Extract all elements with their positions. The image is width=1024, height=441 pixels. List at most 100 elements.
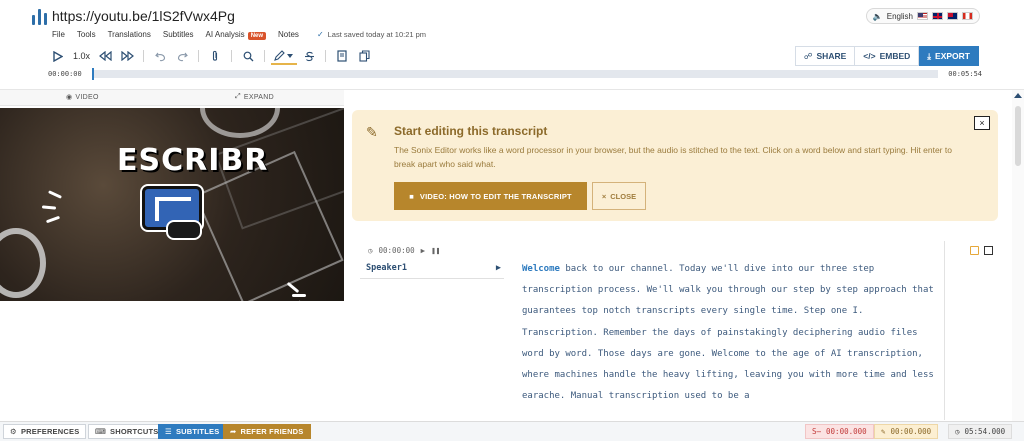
- paperclip-icon: [212, 50, 218, 61]
- video-player[interactable]: ESCRIBR: [0, 108, 344, 301]
- playback-speed-button[interactable]: 1.0x: [70, 47, 93, 65]
- edit-time-badge: ✎ 00:00.000: [874, 424, 939, 439]
- play-icon: [53, 50, 63, 62]
- export-button[interactable]: ⤓ EXPORT: [919, 46, 979, 66]
- new-badge: New: [247, 32, 267, 40]
- search-button[interactable]: [238, 47, 258, 65]
- spark-shape: [292, 294, 306, 297]
- tip-video-label: VIDEO: HOW TO EDIT THE TRANSCRIPT: [419, 191, 572, 201]
- export-label: EXPORT: [935, 51, 970, 61]
- transcript-body[interactable]: back to our channel. Today we'll dive in…: [522, 264, 934, 401]
- timeline-scrubber[interactable]: [92, 68, 94, 80]
- note-icons: [970, 246, 993, 255]
- strikethrough-icon: S̶: [812, 427, 822, 436]
- edit-time: 00:00.000: [890, 427, 932, 436]
- menu-notes[interactable]: Notes: [278, 30, 299, 39]
- highlighter-button[interactable]: [271, 47, 298, 65]
- book-icon: [337, 50, 347, 62]
- menu-tools[interactable]: Tools: [77, 30, 96, 39]
- copy-button[interactable]: [354, 47, 374, 65]
- shortcuts-label: SHORTCUTS: [110, 427, 159, 436]
- tip-dismiss-button[interactable]: ×: [974, 116, 990, 130]
- keyboard-icon: ⌨: [95, 427, 107, 436]
- tip-close-button[interactable]: × CLOSE: [592, 182, 646, 210]
- checkbox-icon[interactable]: [984, 246, 993, 255]
- fast-forward-button[interactable]: [117, 47, 137, 65]
- editor-toolbar: 1.0x: [48, 47, 374, 65]
- scroll-up-icon[interactable]: [1014, 93, 1022, 98]
- book-button[interactable]: [332, 47, 352, 65]
- pencil-icon: ✎: [366, 124, 378, 140]
- strike-time: 00:00.000: [826, 427, 867, 436]
- current-word[interactable]: Welcome: [522, 264, 560, 274]
- share-arrow-icon: ➦: [230, 427, 237, 436]
- us-flag-icon[interactable]: [917, 12, 928, 20]
- media-url: https://youtu.be/1lS2fVwx4Pg: [52, 8, 235, 24]
- toolbar-divider: [264, 50, 266, 62]
- speaker-name: Speaker1: [366, 263, 407, 273]
- embed-button[interactable]: </> EMBED: [855, 46, 920, 66]
- bottom-bar: ⚙ PREFERENCES ⌨ SHORTCUTS ☰ SUBTITLES ➦ …: [0, 421, 1024, 441]
- tab-video[interactable]: ◉ VIDEO: [66, 93, 99, 102]
- download-icon: ⤓: [927, 50, 932, 61]
- video-tabs: ◉ VIDEO ⤢ EXPAND: [0, 90, 344, 106]
- menu-file[interactable]: File: [52, 30, 65, 39]
- menu-ai-analysis-label: AI Analysis: [205, 30, 245, 39]
- notes-divider: [944, 241, 945, 420]
- speaker-divider: [360, 278, 504, 279]
- subtitles-button[interactable]: ☰ SUBTITLES: [158, 424, 227, 439]
- play-button[interactable]: [48, 47, 68, 65]
- timeline-total-time: 00:05:54: [948, 70, 982, 78]
- timeline-track[interactable]: [92, 70, 938, 78]
- tab-expand-label: EXPAND: [243, 93, 274, 101]
- timeline: 00:00:00 00:05:54: [48, 68, 982, 80]
- language-label: English: [886, 11, 913, 21]
- preferences-button[interactable]: ⚙ PREFERENCES: [3, 424, 87, 439]
- refer-label: REFER FRIENDS: [240, 427, 304, 436]
- header-actions: ☍ SHARE </> EMBED ⤓ EXPORT: [794, 46, 979, 66]
- clock-icon: ◷: [955, 427, 960, 436]
- note-icon[interactable]: [970, 246, 979, 255]
- highlighter-icon: [274, 49, 294, 61]
- menu-bar: File Tools Translations Subtitles AI Ana…: [52, 30, 426, 40]
- preferences-label: PREFERENCES: [20, 427, 80, 436]
- menu-ai-analysis[interactable]: AI Analysis New: [205, 30, 267, 40]
- close-icon: ×: [601, 191, 607, 201]
- transcript-text[interactable]: Welcome back to our channel. Today we'll…: [522, 259, 942, 419]
- undo-icon: [154, 52, 165, 61]
- saved-status: ✓ Last saved today at 10:21 pm: [317, 30, 426, 39]
- tab-video-label: VIDEO: [75, 93, 99, 101]
- redo-button[interactable]: [172, 47, 192, 65]
- scrollbar-thumb[interactable]: [1015, 106, 1021, 166]
- waveform-logo-icon: [32, 9, 47, 25]
- copy-icon: [358, 50, 370, 62]
- undo-button[interactable]: [150, 47, 170, 65]
- segment-play-icon[interactable]: ▶: [421, 246, 426, 255]
- timeline-current-time: 00:00:00: [48, 70, 82, 78]
- menu-translations[interactable]: Translations: [108, 30, 151, 39]
- uk-flag-icon[interactable]: [932, 12, 943, 20]
- tip-close-label: CLOSE: [610, 191, 637, 201]
- tip-video-button[interactable]: ■ VIDEO: HOW TO EDIT THE TRANSCRIPT: [394, 182, 587, 210]
- speaker-icon: 🔈: [872, 11, 883, 21]
- refer-friends-button[interactable]: ➦ REFER FRIENDS: [223, 424, 311, 439]
- rewind-icon: [98, 51, 112, 61]
- segment-pause-icon[interactable]: ❚❚: [431, 246, 440, 255]
- strikethrough-icon: [304, 51, 314, 61]
- segment-time[interactable]: 00:00:00: [379, 246, 415, 255]
- share-button[interactable]: ☍ SHARE: [794, 46, 856, 66]
- total-time: 05:54.000: [964, 427, 1006, 436]
- top-bar: https://youtu.be/1lS2fVwx4Pg 🔈 English F…: [0, 0, 1024, 90]
- language-selector[interactable]: 🔈 English: [865, 8, 980, 24]
- au-flag-icon[interactable]: [947, 12, 958, 20]
- rewind-button[interactable]: [95, 47, 115, 65]
- strikethrough-button[interactable]: [299, 47, 319, 65]
- shortcuts-button[interactable]: ⌨ SHORTCUTS: [88, 424, 166, 439]
- scrollbar[interactable]: [1012, 90, 1024, 421]
- ca-flag-icon[interactable]: [962, 12, 973, 20]
- tab-expand[interactable]: ⤢ EXPAND: [235, 93, 274, 101]
- menu-subtitles[interactable]: Subtitles: [163, 30, 194, 39]
- speaker-selector[interactable]: Speaker1 ▶: [366, 263, 501, 273]
- subtitles-label: SUBTITLES: [175, 427, 220, 436]
- attach-button[interactable]: [205, 47, 225, 65]
